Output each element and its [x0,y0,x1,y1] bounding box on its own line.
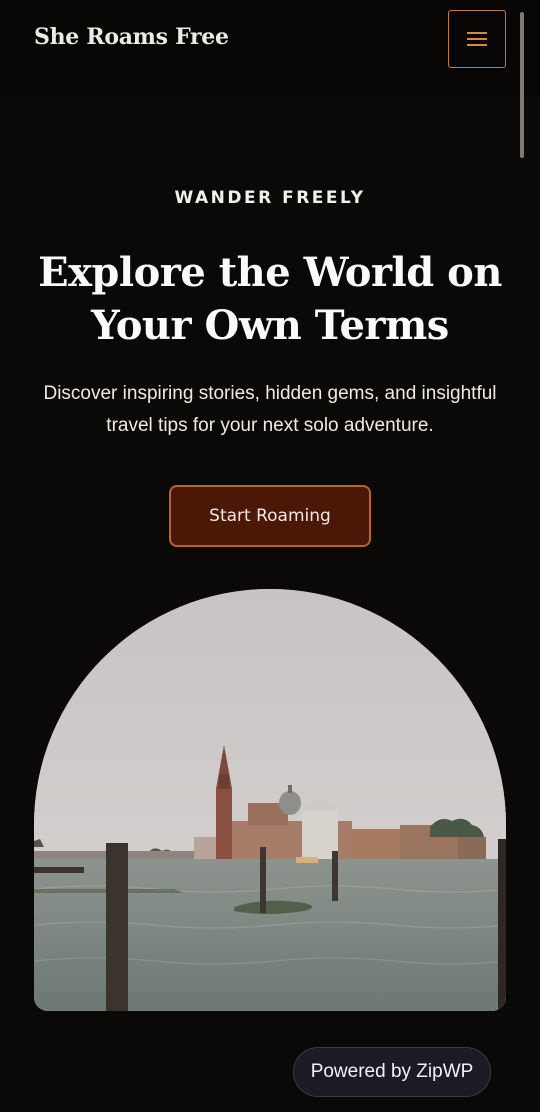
menu-button[interactable] [448,10,506,68]
hero-subtitle: Discover inspiring stories, hidden gems,… [43,383,497,436]
hero-image [34,589,506,1011]
venice-lagoon-photo [34,589,506,1011]
hamburger-menu-icon [467,32,487,46]
scrollbar[interactable] [520,12,524,158]
powered-by-badge[interactable]: Powered by ZipWP [293,1047,491,1097]
hero-eyebrow: WANDER FREELY [174,188,366,208]
site-title[interactable]: She Roams Free [34,24,229,50]
hero-title: Explore the World on Your Own Terms [38,249,502,349]
site-header: She Roams Free [0,0,540,96]
start-roaming-button[interactable]: Start Roaming [169,485,371,547]
